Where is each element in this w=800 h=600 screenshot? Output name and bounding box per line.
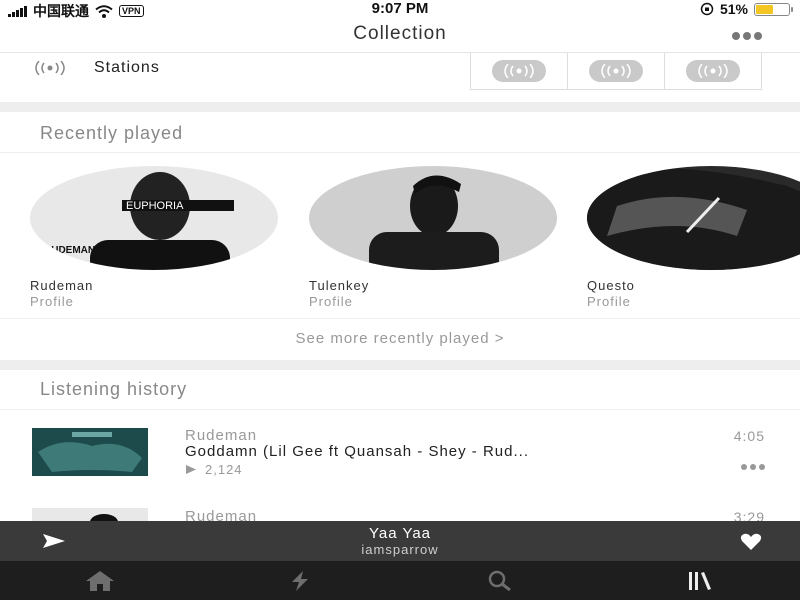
search-icon [488,570,511,591]
station-broadcast-icon [35,61,65,75]
recently-played-name: Tulenkey [309,278,370,293]
recently-played-item[interactable]: EUPHORIA RUDEMAN Rudeman Profile [30,166,280,309]
home-icon [86,570,114,591]
recently-played-title: Recently played [40,123,184,143]
tab-home[interactable] [0,561,200,600]
history-row[interactable]: Rudeman 3:29 [0,500,800,521]
track-duration: 4:05 [733,428,765,444]
recently-played-item[interactable]: Tulenkey Profile [309,166,559,309]
history-row[interactable]: Rudeman Goddamn (Lil Gee ft Quansah - Sh… [0,420,800,490]
heart-icon[interactable] [740,533,762,551]
now-playing-title: Yaa Yaa [368,525,432,542]
tab-stream[interactable] [200,561,400,600]
artist-avatar [587,166,800,270]
tab-library[interactable] [600,561,800,600]
library-icon [689,571,711,590]
track-artwork [32,508,148,521]
section-divider [0,360,800,370]
play-count-icon [186,465,196,474]
chevron-right-icon: > [494,330,505,347]
more-options-button[interactable] [732,32,762,40]
station-tile[interactable] [664,53,762,90]
more-dots-icon [741,464,747,470]
track-artwork [32,428,148,476]
station-broadcast-icon [504,64,534,78]
track-artist: Rudeman [185,427,258,444]
stations-row[interactable]: Stations [0,53,800,100]
tab-bar [0,561,800,600]
svg-text:EUPHORIA: EUPHORIA [126,200,184,212]
station-tile[interactable] [470,53,568,90]
tab-search[interactable] [400,561,600,600]
section-divider [0,102,800,112]
stations-label: Stations [94,59,160,76]
recently-played-type: Profile [30,294,74,309]
recently-played-name: Questo [587,278,635,293]
artist-avatar: EUPHORIA RUDEMAN [30,166,278,270]
track-artist: Rudeman [185,508,258,521]
svg-text:RUDEMAN: RUDEMAN [44,245,95,256]
station-broadcast-icon [601,64,631,78]
listening-history-title: Listening history [40,379,188,399]
track-more-button[interactable] [741,464,765,470]
clock: 9:07 PM [371,0,429,17]
track-title: Goddamn (Lil Gee ft Quansah - Shey - Rud… [185,443,529,460]
mini-player[interactable]: Yaa Yaa iamsparrow [0,521,800,561]
status-bar: 中国联通 VPN 9:07 PM 51% [0,0,800,19]
play-count: 2,124 [205,462,243,477]
lightning-icon [292,570,308,591]
recently-played-name: Rudeman [30,278,94,293]
page-title: Collection [353,23,447,44]
battery-percent: 51% [719,1,748,17]
now-playing-artist: iamsparrow [361,542,439,557]
battery-icon [754,2,793,16]
recently-played-item[interactable]: Questo Profile [587,166,800,309]
page-header: Collection [0,18,800,53]
recently-played-type: Profile [587,294,631,309]
orientation-lock-icon [700,2,714,16]
see-more-recently-played-link[interactable]: See more recently played > [0,330,800,347]
station-broadcast-icon [698,64,728,78]
recently-played-type: Profile [309,294,353,309]
track-duration: 3:29 [733,509,765,521]
station-tile[interactable] [567,53,665,90]
artist-avatar [309,166,557,270]
more-dots-icon [732,32,740,40]
